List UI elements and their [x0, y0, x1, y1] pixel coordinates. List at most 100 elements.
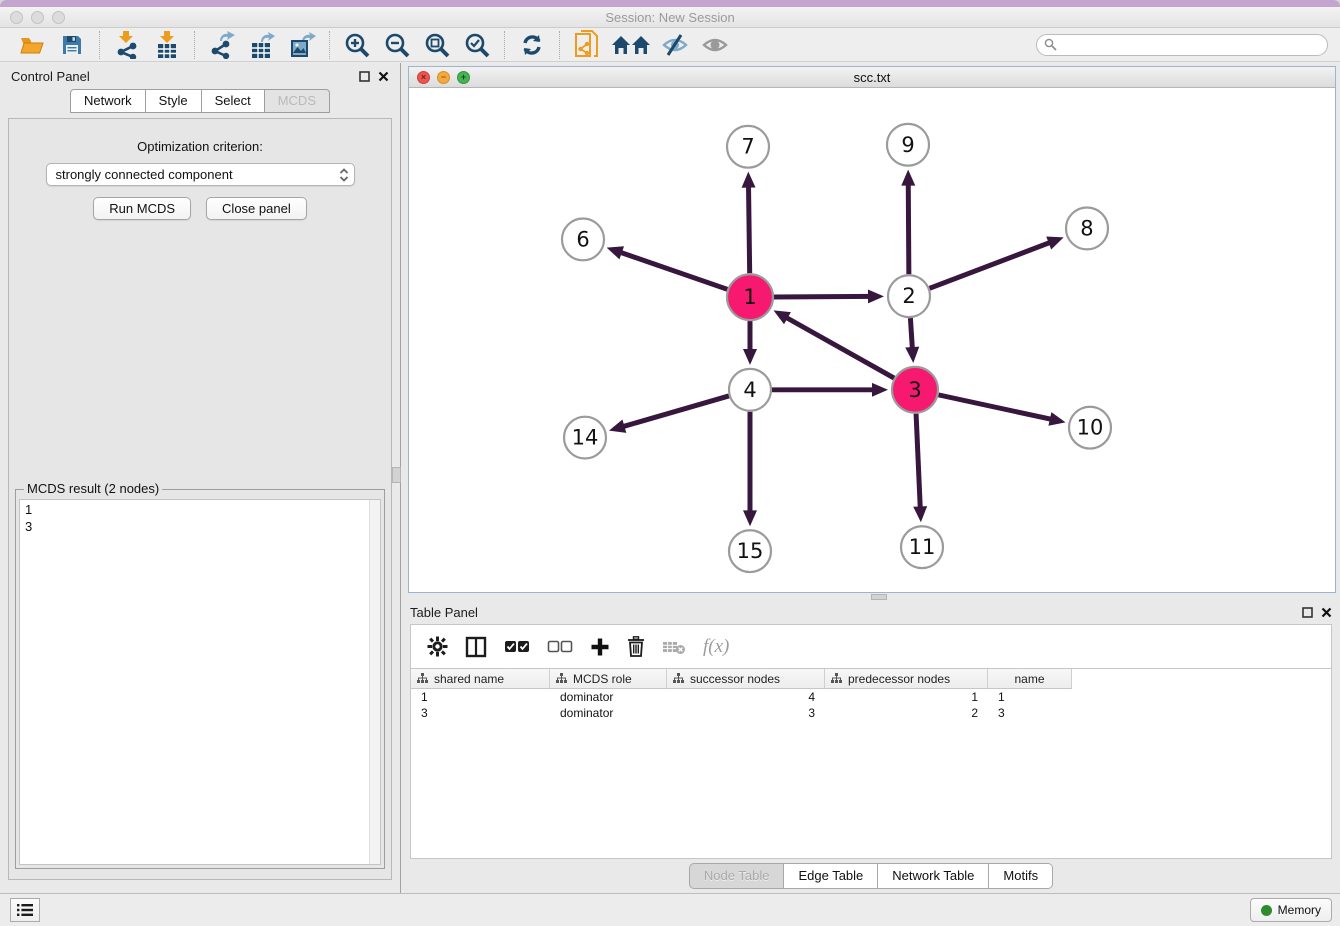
table-settings-gear-icon[interactable]: [427, 636, 448, 657]
refresh-button[interactable]: [512, 30, 552, 60]
float-panel-icon[interactable]: [359, 71, 370, 82]
export-table-button[interactable]: [242, 30, 282, 60]
graph-edge[interactable]: [930, 242, 1053, 289]
search-input[interactable]: [1062, 38, 1320, 52]
table-cell[interactable]: 1: [988, 689, 1072, 705]
graph-edge[interactable]: [908, 182, 909, 275]
table-cell[interactable]: 3: [667, 705, 825, 721]
float-panel-icon[interactable]: [1302, 607, 1313, 618]
table-cell[interactable]: 1: [411, 689, 550, 705]
mcds-result-textarea[interactable]: 13: [19, 499, 381, 865]
task-list-icon: [17, 903, 33, 917]
task-history-button[interactable]: [10, 898, 40, 922]
open-folder-icon: [19, 33, 45, 57]
optimization-criterion-dropdown[interactable]: strongly connected component: [46, 163, 355, 186]
run-mcds-button[interactable]: Run MCDS: [93, 197, 191, 220]
titlebar[interactable]: Session: New Session: [0, 7, 1340, 28]
delete-column-trash-icon[interactable]: [627, 636, 645, 657]
import-table-button[interactable]: [147, 30, 187, 60]
tab-select[interactable]: Select: [202, 89, 265, 113]
network-close-button[interactable]: ×: [417, 71, 430, 84]
hide-selected-button[interactable]: [655, 30, 695, 60]
deselect-all-rows-icon[interactable]: [547, 640, 573, 654]
export-network-button[interactable]: [202, 30, 242, 60]
main-area: Control Panel Network Style Select MCDS …: [0, 63, 1340, 893]
column-header-predecessor-nodes[interactable]: predecessor nodes: [825, 669, 988, 689]
import-network-button[interactable]: [107, 30, 147, 60]
column-header-label: name: [1014, 672, 1044, 686]
network-maximize-button[interactable]: +: [457, 71, 470, 84]
column-header-label: shared name: [434, 672, 504, 686]
tab-motifs[interactable]: Motifs: [989, 863, 1053, 889]
search-icon: [1044, 38, 1057, 51]
graph-edge[interactable]: [784, 316, 894, 378]
table-cell[interactable]: 1: [825, 689, 988, 705]
network-minimize-button[interactable]: −: [437, 71, 450, 84]
table-cell[interactable]: dominator: [550, 689, 667, 705]
graph-node-label: 4: [743, 378, 756, 402]
graph-edge[interactable]: [774, 296, 872, 297]
table-row[interactable]: 1dominator411: [411, 689, 1331, 705]
tab-style[interactable]: Style: [146, 89, 202, 113]
traffic-lights: [10, 11, 65, 24]
close-panel-icon[interactable]: [1321, 607, 1332, 618]
table-cell[interactable]: 4: [667, 689, 825, 705]
memory-label: Memory: [1278, 903, 1321, 917]
add-column-icon[interactable]: [590, 637, 610, 657]
close-panel-icon[interactable]: [378, 71, 389, 82]
table-cell[interactable]: 3: [411, 705, 550, 721]
graph-edge[interactable]: [621, 396, 729, 427]
column-header-name[interactable]: name: [988, 669, 1072, 689]
save-session-button[interactable]: [52, 30, 92, 60]
memory-button[interactable]: Memory: [1250, 898, 1332, 922]
tab-network[interactable]: Network: [70, 89, 146, 113]
table-cell[interactable]: dominator: [550, 705, 667, 721]
zoom-out-button[interactable]: [377, 30, 417, 60]
column-header-successor-nodes[interactable]: successor nodes: [667, 669, 825, 689]
clone-network-button[interactable]: [567, 30, 607, 60]
zoom-in-button[interactable]: [337, 30, 377, 60]
column-header-shared-name[interactable]: shared name: [411, 669, 550, 689]
graph-edge[interactable]: [938, 395, 1053, 420]
column-visibility-icon[interactable]: [465, 636, 487, 658]
horizontal-splitter-grip[interactable]: [871, 594, 887, 600]
show-all-button[interactable]: [695, 30, 735, 60]
first-neighbors-button[interactable]: [607, 30, 655, 60]
tab-mcds[interactable]: MCDS: [265, 89, 330, 113]
tab-edge-table[interactable]: Edge Table: [784, 863, 878, 889]
export-table-icon: [249, 31, 275, 59]
refresh-icon: [520, 33, 544, 57]
graph-edge[interactable]: [910, 318, 912, 351]
close-window-button[interactable]: [10, 11, 23, 24]
tab-node-table[interactable]: Node Table: [689, 863, 785, 889]
horizontal-splitter[interactable]: [401, 593, 1340, 600]
graph-edge[interactable]: [748, 184, 749, 274]
export-image-button[interactable]: [282, 30, 322, 60]
zoom-window-button[interactable]: [52, 11, 65, 24]
eye-icon: [701, 33, 729, 57]
graph-edge[interactable]: [618, 251, 727, 289]
graph-edge-arrowhead: [743, 510, 757, 526]
close-panel-button[interactable]: Close panel: [206, 197, 307, 220]
mcds-result-line: 1: [25, 501, 375, 518]
network-canvas[interactable]: 1234678910111415: [409, 89, 1335, 592]
panel-splitter-grip[interactable]: [392, 467, 401, 483]
network-window-titlebar[interactable]: × − + scc.txt: [409, 67, 1335, 88]
tab-network-table[interactable]: Network Table: [878, 863, 989, 889]
network-graph[interactable]: 1234678910111415: [409, 89, 1335, 592]
main-toolbar: [0, 28, 1340, 62]
minimize-window-button[interactable]: [31, 11, 44, 24]
table-row[interactable]: 3dominator323: [411, 705, 1331, 721]
mcds-result-title: MCDS result (2 nodes): [24, 481, 162, 496]
table-cell[interactable]: 3: [988, 705, 1072, 721]
table-cell[interactable]: 2: [825, 705, 988, 721]
column-header-MCDS-role[interactable]: MCDS role: [550, 669, 667, 689]
graph-edge[interactable]: [916, 414, 920, 511]
zoom-fit-button[interactable]: [417, 30, 457, 60]
zoom-selected-button[interactable]: [457, 30, 497, 60]
select-all-rows-icon[interactable]: [504, 640, 530, 654]
global-search-field[interactable]: [1036, 34, 1328, 56]
result-scrollbar[interactable]: [369, 500, 380, 864]
graph-node-label: 11: [909, 535, 936, 559]
open-session-button[interactable]: [12, 30, 52, 60]
